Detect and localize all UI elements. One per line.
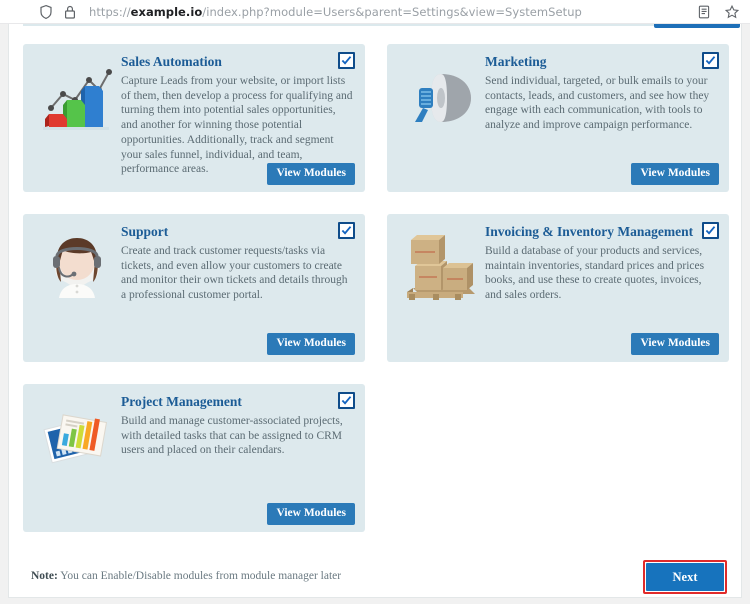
url-domain: example.io xyxy=(130,4,203,19)
next-button-highlight: Next xyxy=(643,560,727,594)
card-header: Project Management xyxy=(121,392,355,410)
module-description: Build and manage customer-associated pro… xyxy=(121,415,343,457)
module-checkbox-invoicing-inventory[interactable] xyxy=(702,222,719,239)
module-card-marketing: Marketing Send individual, targeted, or … xyxy=(387,44,729,192)
module-title: Project Management xyxy=(121,394,242,409)
megaphone-icon xyxy=(399,56,483,140)
project-charts-documents-icon xyxy=(35,396,119,480)
footer-note-prefix: Note: xyxy=(31,570,58,582)
scrolled-card-strip xyxy=(23,24,729,26)
footer-note-text: You can Enable/Disable modules from modu… xyxy=(57,570,342,582)
module-card-support: Support Create and track customer reques… xyxy=(23,214,365,362)
footer-note: Note: You can Enable/Disable modules fro… xyxy=(31,570,341,582)
bookmark-star-icon[interactable] xyxy=(724,4,740,20)
view-modules-button-marketing[interactable]: View Modules xyxy=(631,163,719,185)
scrolled-view-modules-button[interactable] xyxy=(654,24,740,28)
module-description: Create and track customer requests/tasks… xyxy=(121,245,348,302)
bar-chart-growth-icon xyxy=(35,56,119,140)
lock-icon[interactable] xyxy=(62,4,78,20)
view-modules-button-sales-automation[interactable]: View Modules xyxy=(267,163,355,185)
module-checkbox-support[interactable] xyxy=(338,222,355,239)
modules-grid: Sales Automation Capture Leads from your… xyxy=(23,44,729,532)
module-card-project-management: Project Management Build and manage cust… xyxy=(23,384,365,532)
module-card-invoicing-inventory: Invoicing & Inventory Management Build a… xyxy=(387,214,729,362)
module-checkbox-sales-automation[interactable] xyxy=(338,52,355,69)
module-description: Build a database of your products and se… xyxy=(485,245,705,302)
card-header: Invoicing & Inventory Management xyxy=(485,222,719,240)
reader-view-icon[interactable] xyxy=(696,4,712,20)
url-text[interactable]: https://example.io/index.php?module=User… xyxy=(89,5,582,19)
module-title: Sales Automation xyxy=(121,54,222,69)
module-description: Capture Leads from your website, or impo… xyxy=(121,75,353,176)
module-checkbox-marketing[interactable] xyxy=(702,52,719,69)
module-title: Support xyxy=(121,224,169,239)
browser-toolbar: https://example.io/index.php?module=User… xyxy=(0,0,750,24)
card-header: Sales Automation xyxy=(121,52,355,70)
next-button[interactable]: Next xyxy=(646,563,724,591)
support-agent-headset-icon xyxy=(35,226,119,310)
card-header: Marketing xyxy=(485,52,719,70)
shield-icon[interactable] xyxy=(38,4,54,20)
module-title: Invoicing & Inventory Management xyxy=(485,224,694,239)
view-modules-button-project-management[interactable]: View Modules xyxy=(267,503,355,525)
url-path: /index.php?module=Users&parent=Settings&… xyxy=(202,4,582,19)
view-modules-button-support[interactable]: View Modules xyxy=(267,333,355,355)
module-title: Marketing xyxy=(485,54,547,69)
boxes-on-pallet-icon xyxy=(399,226,483,310)
module-checkbox-project-management[interactable] xyxy=(338,392,355,409)
page-footer: Note: You can Enable/Disable modules fro… xyxy=(23,560,729,604)
card-header: Support xyxy=(121,222,355,240)
module-card-sales-automation: Sales Automation Capture Leads from your… xyxy=(23,44,365,192)
system-setup-page: Sales Automation Capture Leads from your… xyxy=(8,24,742,598)
url-scheme: https:// xyxy=(89,4,131,19)
page-viewport[interactable]: Sales Automation Capture Leads from your… xyxy=(0,24,750,604)
view-modules-button-invoicing-inventory[interactable]: View Modules xyxy=(631,333,719,355)
module-description: Send individual, targeted, or bulk email… xyxy=(485,75,710,132)
